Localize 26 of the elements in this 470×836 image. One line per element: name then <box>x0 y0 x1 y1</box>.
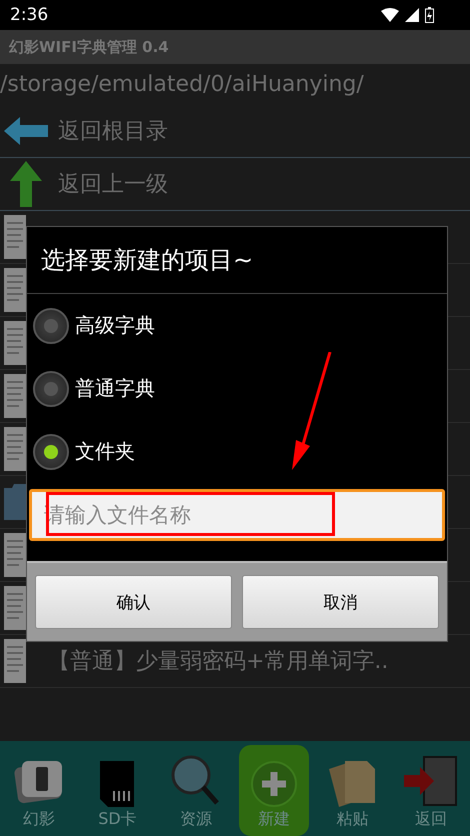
toolbar-button[interactable]: 返回 <box>396 745 466 836</box>
list-item[interactable]: 【普通】少量弱密码+常用单词字.. <box>48 646 388 676</box>
clock-time: 2:36 <box>10 5 48 25</box>
magnifier-globe-icon <box>170 755 221 807</box>
exit-door-icon <box>404 755 458 807</box>
signal-icon <box>405 8 419 22</box>
battery-icon <box>425 7 434 23</box>
toolbar-button[interactable]: SD卡 <box>82 745 152 836</box>
list-item[interactable]: 返回根目录 <box>58 116 168 146</box>
app-title: 幻影WIFI字典管理 0.4 <box>9 38 169 56</box>
toolbar-button[interactable]: 幻影 <box>4 745 74 836</box>
radio-option[interactable]: 普通字典 <box>27 357 447 420</box>
dialog-button[interactable]: 取消 <box>242 575 439 629</box>
plus-icon <box>251 761 298 807</box>
left-arrow-icon <box>4 117 48 145</box>
toolbar-button[interactable]: 粘贴 <box>317 745 388 836</box>
list-item[interactable]: 返回上一级 <box>58 169 168 199</box>
radio-option[interactable]: 高级字典 <box>27 294 447 357</box>
dialog-button[interactable]: 确认 <box>35 575 232 629</box>
wifi-icon <box>381 8 399 22</box>
sd-card-icon <box>100 761 134 807</box>
directory-path: /storage/emulated/0/aiHuanying/ <box>0 72 364 97</box>
dialog-title: 选择要新建的项目~ <box>41 245 254 276</box>
toolbar-button[interactable]: 资源 <box>160 745 231 836</box>
toolbar-button[interactable]: 新建 <box>239 745 310 836</box>
up-arrow-icon <box>10 161 42 207</box>
